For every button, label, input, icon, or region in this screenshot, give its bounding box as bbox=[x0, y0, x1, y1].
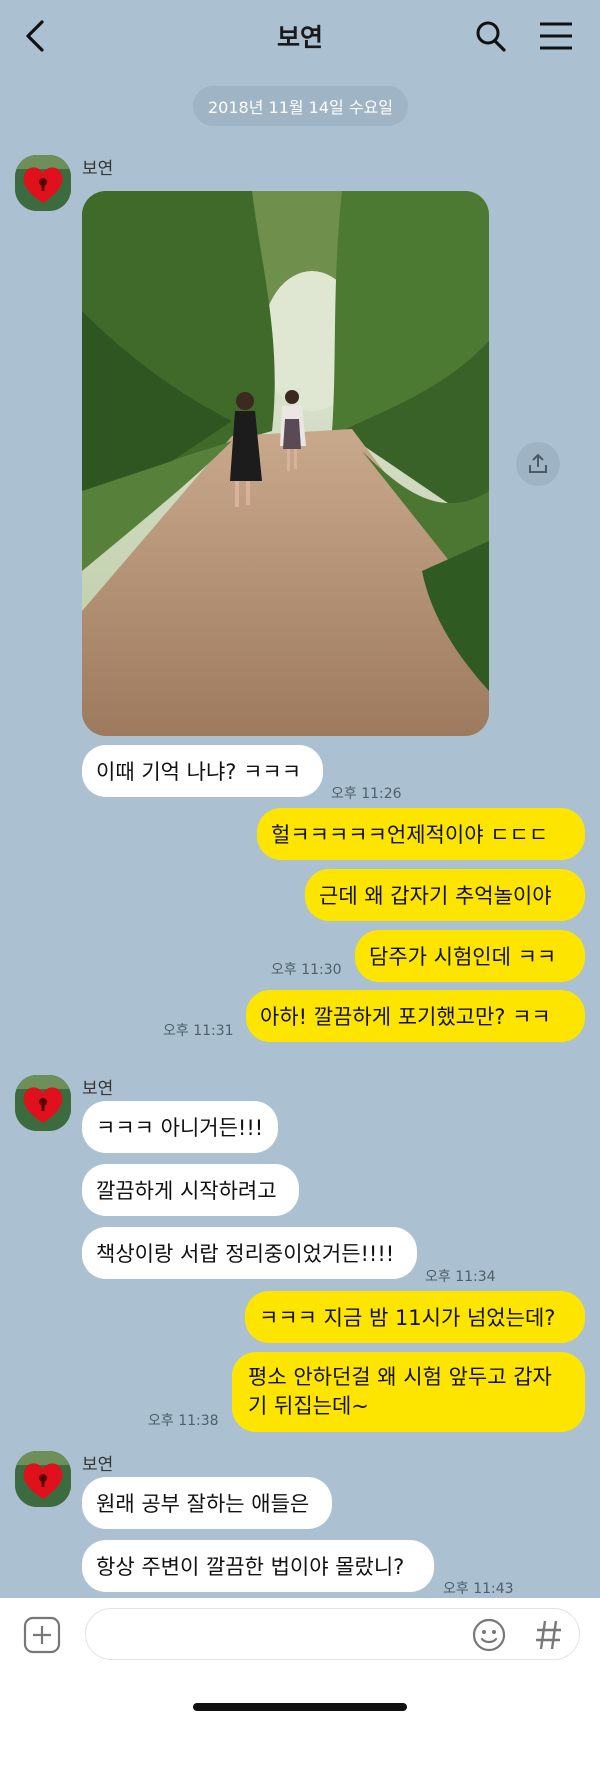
incoming-message[interactable]: 이때 기억 나냐? ㅋㅋㅋ bbox=[82, 745, 323, 797]
add-button[interactable] bbox=[23, 1616, 61, 1654]
message-time: 오후 11:26 bbox=[331, 786, 402, 802]
heart-lock-avatar-icon bbox=[15, 1451, 71, 1507]
heart-lock-avatar-icon bbox=[15, 1075, 71, 1131]
path-photo-image bbox=[82, 191, 489, 736]
photo-message[interactable] bbox=[82, 191, 489, 736]
avatar[interactable] bbox=[15, 155, 71, 211]
message-time: 오후 11:30 bbox=[271, 962, 342, 978]
outgoing-message[interactable]: 평소 안하던걸 왜 시험 앞두고 갑자기 뒤집는데~ bbox=[232, 1352, 585, 1432]
outgoing-message[interactable]: ㅋㅋㅋ 지금 밤 11시가 넘었는데? bbox=[245, 1291, 585, 1343]
message-time: 오후 11:38 bbox=[148, 1413, 219, 1429]
menu-button[interactable] bbox=[537, 20, 575, 52]
incoming-message[interactable]: 항상 주변이 깔끔한 법이야 몰랐니? bbox=[82, 1540, 434, 1592]
emoji-icon bbox=[472, 1618, 506, 1652]
outgoing-message[interactable]: 담주가 시험인데 ㅋㅋ bbox=[355, 930, 585, 982]
incoming-message[interactable]: 원래 공부 잘하는 애들은 bbox=[82, 1477, 332, 1529]
chat-header: 보연 bbox=[0, 0, 600, 72]
chat-title: 보연 bbox=[276, 23, 323, 52]
avatar[interactable] bbox=[15, 1075, 71, 1131]
search-icon bbox=[476, 21, 506, 52]
incoming-message[interactable]: ㅋㅋㅋ 아니거든!!! bbox=[82, 1101, 278, 1153]
message-time: 오후 11:34 bbox=[425, 1269, 496, 1285]
hamburger-menu-icon bbox=[540, 22, 572, 50]
sender-name: 보연 bbox=[82, 159, 114, 179]
outgoing-message[interactable]: 헐ㅋㅋㅋㅋㅋ언제적이야 ㄷㄷㄷ bbox=[257, 808, 585, 860]
heart-lock-avatar-icon bbox=[15, 155, 71, 211]
hashtag-icon bbox=[536, 1620, 561, 1650]
input-bar bbox=[0, 1598, 600, 1766]
sender-name: 보연 bbox=[82, 1079, 114, 1099]
hashtag-button[interactable] bbox=[534, 1618, 564, 1652]
share-button[interactable] bbox=[516, 442, 560, 486]
emoji-button[interactable] bbox=[471, 1617, 507, 1653]
message-time: 오후 11:31 bbox=[163, 1023, 234, 1039]
date-divider: 2018년 11월 14일 수요일 bbox=[193, 86, 408, 126]
search-button[interactable] bbox=[474, 18, 508, 54]
incoming-message[interactable]: 깔끔하게 시작하려고 bbox=[82, 1164, 299, 1216]
incoming-message[interactable]: 책상이랑 서랍 정리중이었거든!!!! bbox=[82, 1227, 417, 1279]
home-indicator bbox=[193, 1703, 407, 1711]
plus-square-icon bbox=[23, 1616, 61, 1654]
outgoing-message[interactable]: 아하! 깔끔하게 포기했고만? ㅋㅋ bbox=[246, 990, 585, 1042]
message-time: 오후 11:43 bbox=[443, 1581, 514, 1597]
sender-name: 보연 bbox=[82, 1455, 114, 1475]
avatar[interactable] bbox=[15, 1451, 71, 1507]
share-icon bbox=[529, 453, 547, 473]
outgoing-message[interactable]: 근데 왜 갑자기 추억놀이야 bbox=[305, 869, 585, 921]
